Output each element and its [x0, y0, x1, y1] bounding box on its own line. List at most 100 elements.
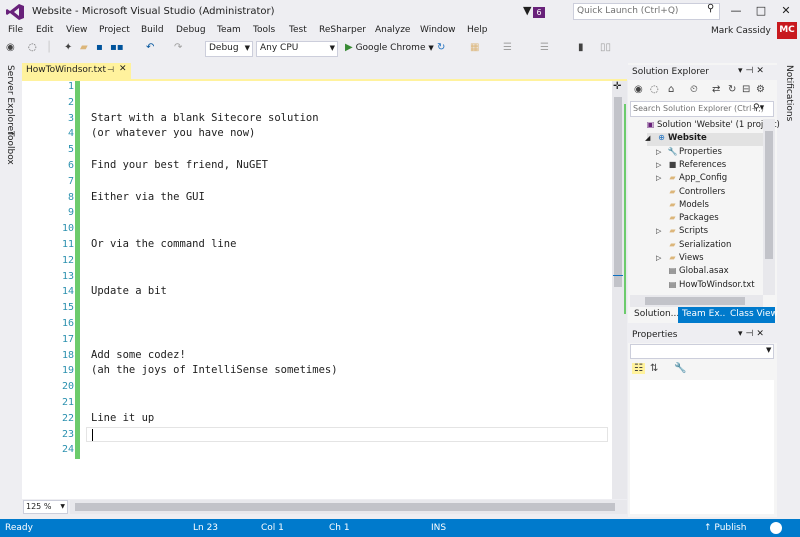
undo-icon[interactable]: ↶ — [146, 42, 154, 53]
chevron-down-icon[interactable]: ▾ — [738, 66, 746, 76]
menu-build[interactable]: Build — [141, 25, 164, 35]
expand-arrow-icon[interactable]: ◢ — [645, 134, 655, 142]
tab-team-explorer[interactable]: Team Ex... — [678, 307, 728, 323]
menu-tools[interactable]: Tools — [253, 25, 275, 35]
pin-icon[interactable]: ⊣ — [746, 329, 757, 339]
open-file-icon[interactable]: ▰ — [80, 42, 88, 53]
split-icon[interactable]: ✛ — [613, 81, 621, 92]
notification-badge[interactable]: 6 — [533, 7, 545, 18]
find-in-files-icon[interactable]: ▦ — [470, 42, 479, 53]
tree-item[interactable]: ▤ HowToWindsor.txt — [656, 280, 755, 293]
tree-item[interactable]: ▰ Controllers — [656, 187, 725, 200]
property-grid[interactable] — [630, 380, 774, 514]
categorized-icon[interactable]: ☷ — [632, 363, 645, 374]
properties-icon[interactable]: ⚙ — [756, 84, 765, 95]
maximize-button[interactable]: □ — [749, 2, 773, 20]
line-number: 14 — [61, 286, 74, 297]
tree-item[interactable]: ▷ 🔧 Properties — [656, 147, 722, 160]
pin-icon[interactable]: ⊣ — [107, 65, 114, 74]
search-options-icon[interactable]: ⚲▾ — [753, 103, 764, 113]
tree-horizontal-thumb[interactable] — [645, 297, 745, 305]
menu-file[interactable]: File — [8, 25, 23, 35]
quick-launch-input[interactable]: Quick Launch (Ctrl+Q) — [573, 3, 720, 20]
menu-debug[interactable]: Debug — [176, 25, 206, 35]
new-project-icon[interactable]: ✦ — [64, 42, 72, 53]
bookmark-nav-icon[interactable]: ▯▯ — [600, 42, 611, 53]
editor-scroll-thumb[interactable] — [614, 97, 622, 287]
tree-item[interactable]: ▣ Solution 'Website' (1 project) — [634, 120, 780, 133]
refresh-browser-icon[interactable]: ↻ — [437, 42, 445, 53]
expand-arrow-icon[interactable]: ▷ — [656, 227, 666, 235]
menu-view[interactable]: View — [66, 25, 87, 35]
redo-icon[interactable]: ↷ — [174, 42, 182, 53]
bookmark-icon[interactable]: ▮ — [578, 42, 584, 53]
tree-item[interactable]: ▰ Serialization — [656, 240, 731, 253]
server-explorer-tab[interactable]: Server Explorer — [5, 65, 15, 135]
property-pages-icon[interactable]: 🔧 — [674, 363, 686, 374]
sync-icon[interactable]: ⇄ — [712, 84, 720, 95]
tree-item[interactable]: ▷ ▰ App_Config — [656, 173, 727, 186]
close-icon[interactable]: ✕ — [119, 64, 127, 74]
menu-analyze[interactable]: Analyze — [375, 25, 410, 35]
tree-item[interactable]: ▰ Packages — [656, 213, 718, 226]
tree-item[interactable]: ▷ ▰ Scripts — [656, 226, 708, 239]
menu-window[interactable]: Window — [420, 25, 456, 35]
tab-class-view[interactable]: Class View — [726, 307, 778, 323]
properties-object-select[interactable] — [630, 344, 774, 359]
expand-arrow-icon[interactable]: ▷ — [656, 161, 666, 169]
save-icon[interactable]: ▪ — [96, 42, 103, 53]
configuration-select[interactable]: Debug ▼ — [205, 41, 253, 57]
forward-icon[interactable]: ◌ — [650, 84, 659, 95]
tree-item[interactable]: ▰ Models — [656, 200, 709, 213]
feedback-filter-icon[interactable]: ▼ — [523, 4, 531, 17]
collapse-all-icon[interactable]: ⊟ — [742, 84, 750, 95]
editor-horizontal-thumb[interactable] — [75, 503, 615, 511]
document-tab[interactable]: HowToWindsor.txt — [22, 63, 131, 79]
menu-team[interactable]: Team — [217, 25, 241, 35]
tree-scroll-thumb[interactable] — [765, 131, 773, 259]
chevron-down-icon[interactable]: ▾ — [738, 329, 746, 339]
zoom-select[interactable]: 125 % ▼ — [23, 500, 68, 514]
user-name[interactable]: Mark Cassidy — [711, 26, 771, 36]
menu-resharper[interactable]: ReSharper — [319, 25, 366, 35]
refresh-icon[interactable]: ↻ — [728, 84, 736, 95]
notifications-tab[interactable]: Notifications — [784, 65, 794, 121]
line-number: 7 — [67, 176, 74, 187]
comment-icon[interactable]: ☰ — [540, 42, 549, 53]
play-icon: ▶ — [345, 42, 353, 53]
start-debugging-button[interactable]: ▶ Google Chrome ▼ — [345, 42, 434, 53]
minimize-button[interactable]: — — [724, 2, 748, 20]
alphabetical-icon[interactable]: ⇅ — [650, 363, 658, 374]
line-number: 20 — [61, 381, 74, 392]
tree-item[interactable]: ▷ ▰ Views — [656, 253, 704, 266]
expand-arrow-icon[interactable]: ▷ — [656, 254, 666, 262]
menu-edit[interactable]: Edit — [36, 25, 53, 35]
navigate-back-icon[interactable]: ◉ — [6, 42, 15, 53]
search-icon[interactable]: ⚲ — [707, 3, 714, 14]
publish-button[interactable]: ↑ Publish — [704, 523, 747, 533]
expand-arrow-icon[interactable]: ▷ — [656, 148, 666, 156]
avatar[interactable]: MC — [777, 22, 797, 39]
history-icon[interactable]: ⏲ — [690, 84, 698, 95]
home-icon[interactable]: ⌂ — [668, 84, 674, 95]
platform-select[interactable]: Any CPU ▼ — [256, 41, 338, 57]
close-icon[interactable]: ✕ — [756, 66, 767, 76]
menu-project[interactable]: Project — [99, 25, 130, 35]
save-all-icon[interactable]: ▪▪ — [110, 42, 124, 53]
tree-item[interactable]: ▷ ■ References — [656, 160, 726, 173]
close-icon[interactable]: ✕ — [756, 329, 767, 339]
back-icon[interactable]: ◉ — [634, 84, 643, 95]
indent-icon[interactable]: ☰ — [503, 42, 512, 53]
menu-test[interactable]: Test — [289, 25, 307, 35]
navigate-forward-icon[interactable]: ◌ — [28, 42, 37, 53]
menu-help[interactable]: Help — [467, 25, 488, 35]
toolbox-tab[interactable]: Toolbox — [5, 131, 15, 165]
close-window-button[interactable]: ✕ — [774, 2, 798, 20]
pin-icon[interactable]: ⊣ — [746, 66, 757, 76]
tree-item-label: Scripts — [679, 226, 709, 237]
tab-solution-explorer[interactable]: Solution... — [630, 307, 679, 323]
tree-item[interactable]: ▤ Global.asax — [656, 266, 729, 279]
expand-arrow-icon[interactable]: ▷ — [656, 174, 666, 182]
feedback-icon[interactable] — [770, 522, 782, 534]
tree-item[interactable]: ◢ ⊕ Website — [645, 133, 707, 146]
